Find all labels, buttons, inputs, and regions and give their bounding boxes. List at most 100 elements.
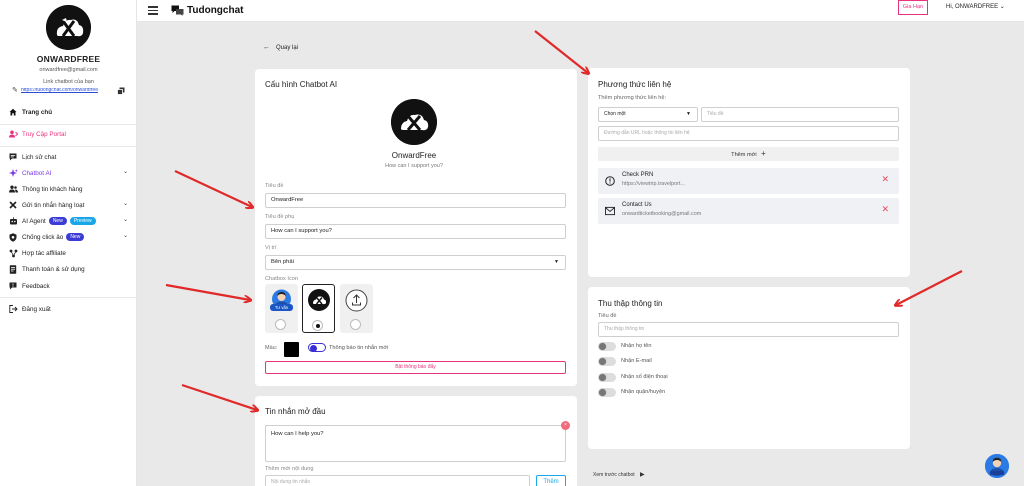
chevron-down-icon[interactable]: ⌄ [123, 232, 128, 239]
brand-logo-icon [171, 5, 184, 16]
preview-chatbot-link[interactable]: Xem trước chatbot ▶ [593, 471, 645, 478]
collect-district-label: Nhận quận/huyện [621, 389, 666, 395]
delete-contact-icon[interactable]: ✕ [881, 174, 889, 185]
sidebar-item-home[interactable]: Trang chủ [8, 106, 132, 118]
subtitle-input[interactable]: How can I support you? [265, 224, 566, 239]
user-greeting: Hi, ONWARDFREE [946, 4, 999, 10]
sidebar-item-label: Feedback [22, 282, 50, 290]
sidebar-item-label: Hợp tác affiliate [22, 249, 66, 257]
sidebar-divider [0, 124, 137, 125]
contact-item-title: Check PRN [622, 172, 654, 178]
annotation-arrow [174, 170, 252, 207]
sidebar-item-label: Trang chủ [22, 108, 53, 116]
avatar[interactable] [46, 5, 91, 50]
radio-button[interactable] [350, 319, 361, 330]
chatbot-link-url[interactable]: https://tudongchat.com/onwardfree [21, 88, 119, 93]
sidebar-divider [0, 146, 137, 147]
user-name: ONWARDFREE [36, 54, 101, 64]
chatbox-icon-option-upload[interactable] [340, 284, 373, 333]
caret-down-icon: ▼ [686, 111, 691, 117]
edit-icon[interactable]: ✎ [12, 87, 20, 95]
arrow-left-icon: ← [263, 44, 270, 51]
sidebar-item-label: Thanh toán & sử dụng [22, 265, 85, 273]
new-content-input[interactable]: Nội dung tin nhắn [265, 475, 530, 486]
add-content-label: Thêm mới nội dung [265, 466, 314, 472]
preview-badge: Preview [69, 217, 96, 225]
broadcast-icon [8, 200, 18, 210]
sidebar-item-label: Lịch sử chat [22, 153, 57, 161]
contact-item: Check PRN https://viewtrip.travelport...… [598, 168, 899, 194]
sidebar-item-portal[interactable]: Truy Cập Portal [8, 128, 132, 140]
chevron-down-icon[interactable]: ⌄ [123, 200, 128, 207]
play-icon: ▶ [640, 472, 645, 478]
contact-title-input[interactable]: Tiêu đề [701, 107, 899, 122]
radio-button[interactable] [312, 320, 323, 331]
chatbot-link-label: Link chatbot của bạn [43, 79, 94, 85]
menu-icon[interactable] [148, 6, 158, 15]
collect-name-label: Nhận họ tên [621, 343, 652, 349]
chatbox-icon-option-avatar[interactable]: Tư vấn [265, 284, 298, 333]
chatbot-preview-name: OnwardFree [391, 151, 437, 160]
contact-url-input[interactable]: Đường dẫn URL hoặc thông tin liên hệ [598, 126, 899, 141]
title-input[interactable]: OnwardFree [265, 193, 566, 208]
chatbot-preview-avatar [391, 99, 437, 145]
position-select[interactable]: Bên phải ▼ [265, 255, 566, 270]
contact-item: Contact Us onwardticketbooking@gmail.com… [598, 198, 899, 224]
copy-icon[interactable] [117, 87, 125, 95]
sparkle-icon [8, 168, 18, 178]
welcome-message-textarea[interactable]: How can I help you? [265, 425, 566, 462]
mail-icon [605, 206, 615, 216]
sidebar-item-customers[interactable]: Thông tin khách hàng [8, 183, 132, 195]
radio-button[interactable] [275, 319, 286, 330]
add-contact-button[interactable]: Thêm mới + [598, 147, 899, 161]
user-email: onwardfree@gmail.com [39, 67, 98, 73]
user-menu[interactable]: Hi, ONWARDFREE ⌄ [946, 3, 1005, 10]
collect-phone-toggle[interactable] [598, 373, 616, 382]
collect-district-toggle[interactable] [598, 388, 616, 397]
renew-button[interactable]: Gia Hạn [898, 0, 928, 15]
delete-contact-icon[interactable]: ✕ [881, 204, 889, 215]
sidebar-item-feedback[interactable]: Feedback [8, 280, 132, 292]
add-content-button[interactable]: Thêm [536, 475, 566, 486]
new-badge: New [66, 233, 85, 241]
preview-chatbot-label: Xem trước chatbot [593, 472, 635, 478]
color-picker[interactable] [284, 342, 299, 357]
chevron-down-icon: ⌄ [999, 4, 1005, 10]
chat-history-icon [8, 152, 18, 162]
sidebar-item-anti-click-fraud[interactable]: Chống click ảo New ⌄ [8, 231, 132, 243]
chatbot-preview-subtitle: How can I support you? [385, 163, 443, 169]
sidebar-item-broadcast[interactable]: Gửi tin nhắn hàng loạt ⌄ [8, 199, 132, 211]
collect-email-toggle[interactable] [598, 357, 616, 366]
chevron-down-icon[interactable]: ⌄ [123, 168, 128, 175]
contact-methods-title: Phương thức liên hệ [598, 80, 672, 89]
enable-push-notification-button[interactable]: Bật thông báo đẩy [265, 361, 566, 374]
delete-message-icon[interactable]: × [561, 421, 570, 430]
support-agent-icon [985, 454, 1009, 478]
brand[interactable]: Tudongchat [171, 4, 243, 17]
chat-launcher-button[interactable] [985, 454, 1009, 478]
chevron-down-icon[interactable]: ⌄ [123, 216, 128, 223]
logout-icon [8, 304, 18, 314]
customers-icon [8, 184, 18, 194]
collect-info-title: Thu thập thông tin [598, 299, 663, 308]
sidebar-item-label: Thông tin khách hàng [22, 185, 83, 193]
collect-title-input[interactable]: Thu thập thông tin [598, 322, 899, 337]
contact-type-select[interactable]: Chọn một ▼ [598, 107, 698, 122]
feedback-icon [8, 281, 18, 291]
sidebar-item-affiliate[interactable]: Hợp tác affiliate [8, 247, 132, 259]
sidebar-item-chat-history[interactable]: Lịch sử chat [8, 151, 132, 163]
new-message-notify-toggle[interactable] [308, 343, 326, 352]
sidebar-item-chatbot-ai[interactable]: Chatbot AI ⌄ [8, 167, 132, 179]
sidebar-item-logout[interactable]: Đăng xuất [8, 303, 132, 315]
new-badge: New [48, 217, 67, 225]
back-link[interactable]: ← Quay lại [263, 44, 298, 51]
sidebar-item-billing[interactable]: Thanh toán & sử dụng [8, 263, 132, 275]
collect-name-toggle[interactable] [598, 342, 616, 351]
position-label: Vị trí [265, 245, 277, 251]
chatbox-icon-option-logo[interactable] [302, 284, 335, 333]
onwardfree-logo-icon [308, 289, 330, 311]
sidebar-item-ai-agent[interactable]: AI Agent New Preview ⌄ [8, 215, 132, 227]
info-circle-icon [605, 176, 615, 186]
collect-title-label: Tiêu đề [598, 313, 617, 319]
add-contact-label: Thêm phương thức liên hệ: [598, 95, 667, 101]
